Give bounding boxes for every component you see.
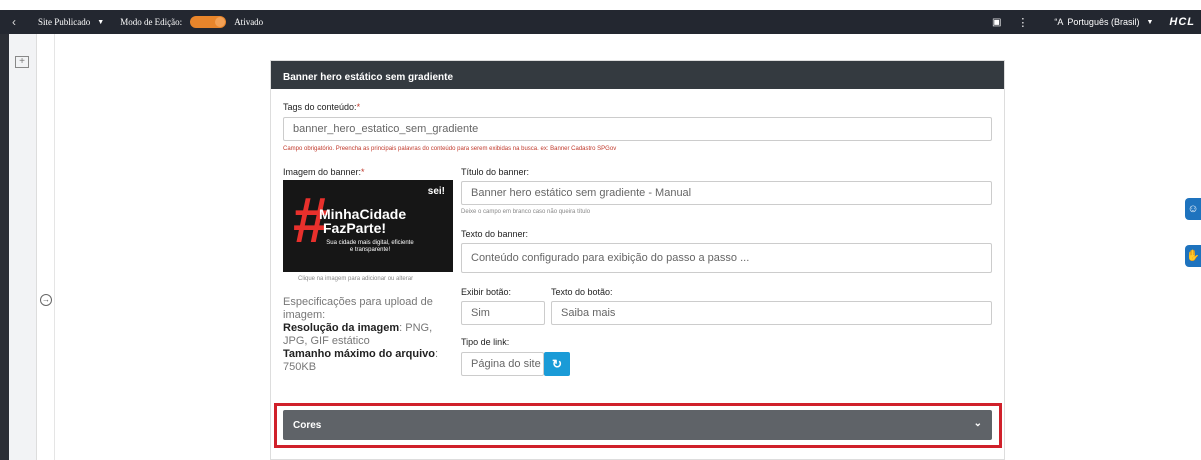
image-label-text: Imagem do banner: xyxy=(283,167,362,177)
refresh-button[interactable]: ↻ xyxy=(544,352,570,376)
show-button-label: Exibir botão: xyxy=(461,287,512,297)
site-status-dropdown[interactable]: Site Publicado ▼ xyxy=(38,17,104,27)
refresh-icon: ↻ xyxy=(551,357,563,371)
site-status-label: Site Publicado xyxy=(38,17,91,27)
link-type-select[interactable]: Página do site xyxy=(461,352,544,376)
banner-subtitle: Sua cidade mais digital, eficiente e tra… xyxy=(326,240,414,253)
edit-mode-label: Modo de Edição: xyxy=(120,17,183,27)
side-panel: + xyxy=(9,34,37,460)
title-label: Título do banner: xyxy=(461,167,530,177)
tags-label-text: Tags do conteúdo: xyxy=(283,102,357,112)
accessibility-icon[interactable]: ☺ xyxy=(1185,198,1201,220)
left-dark-bar xyxy=(0,34,9,460)
title-input[interactable]: Banner hero estático sem gradiente - Man… xyxy=(461,181,992,205)
brand-logo: HCL xyxy=(1169,16,1195,28)
title-help: Deixe o campo em branco caso não queira … xyxy=(461,209,591,215)
spec-resolution-label: Resolução da imagem xyxy=(283,322,400,334)
caret-down-icon: ▼ xyxy=(1146,18,1154,26)
page-icon[interactable]: ▣ xyxy=(992,17,1001,28)
spec-size: Tamanho máximo do arquivo: 750KB xyxy=(283,348,455,374)
spec-title: Especificações para upload de imagem: xyxy=(283,296,433,321)
tags-label: Tags do conteúdo:* xyxy=(283,102,360,112)
collapse-rail: → xyxy=(37,34,55,460)
edit-mode-toggle[interactable] xyxy=(190,16,227,28)
required-mark: * xyxy=(356,102,361,112)
edit-mode-control: Modo de Edição: Ativado xyxy=(120,16,263,28)
card-title: Banner hero estático sem gradiente xyxy=(271,61,1004,89)
caret-down-icon: ▼ xyxy=(97,18,105,26)
tags-input[interactable]: banner_hero_estatico_sem_gradiente xyxy=(283,117,992,141)
edit-mode-state: Ativado xyxy=(234,17,264,27)
button-text-label: Texto do botão: xyxy=(551,287,613,297)
top-right-tools: ▣ ⋮ “A Português (Brasil) ▼ HCL xyxy=(992,10,1201,34)
upload-specs: Especificações para upload de imagem: Re… xyxy=(283,296,455,374)
image-help: Clique na imagem para adicionar ou alter… xyxy=(298,276,414,282)
spec-resolution: Resolução da imagem: PNG, JPG, GIF estát… xyxy=(283,322,455,348)
chevron-down-icon: ⌄ xyxy=(973,418,982,429)
language-label: Português (Brasil) xyxy=(1067,17,1140,27)
expand-arrow-icon[interactable]: → xyxy=(40,294,52,306)
add-panel-icon[interactable]: + xyxy=(15,56,29,68)
button-text-input[interactable]: Saiba mais xyxy=(551,301,992,325)
banner-brand: sei! xyxy=(427,186,445,197)
sign-language-icon[interactable]: ✋ xyxy=(1185,245,1201,267)
colors-accordion-label: Cores xyxy=(293,420,322,431)
banner-image[interactable]: # sei! MinhaCidade FazParte! Sua cidade … xyxy=(283,180,453,272)
more-vertical-icon[interactable]: ⋮ xyxy=(1017,16,1028,29)
link-type-label: Tipo de link: xyxy=(461,337,510,347)
required-mark: * xyxy=(361,167,365,177)
language-dropdown[interactable]: “A Português (Brasil) ▼ xyxy=(1054,17,1153,27)
text-label: Texto do banner: xyxy=(461,229,529,239)
tags-help: Campo obrigatório. Preencha as principai… xyxy=(283,146,617,152)
colors-accordion[interactable]: Cores ⌄ xyxy=(283,410,992,440)
text-input[interactable]: Conteúdo configurado para exibição do pa… xyxy=(461,243,992,273)
top-toolbar: ‹ Site Publicado ▼ Modo de Edição: Ativa… xyxy=(0,10,1201,34)
banner-line2: FazParte! xyxy=(323,220,387,236)
show-button-select[interactable]: Sim xyxy=(461,301,545,325)
chevron-left-icon[interactable]: ‹ xyxy=(0,15,28,29)
translate-icon: “A xyxy=(1054,17,1064,27)
image-label: Imagem do banner:* xyxy=(283,167,365,177)
spec-size-label: Tamanho máximo do arquivo xyxy=(283,348,435,360)
